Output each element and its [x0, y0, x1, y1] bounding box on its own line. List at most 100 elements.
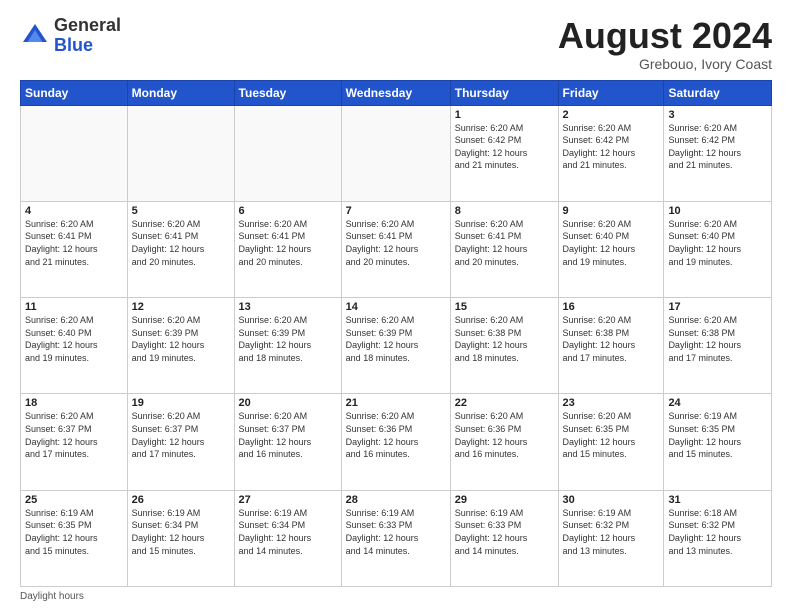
day-info: Sunrise: 6:20 AM Sunset: 6:41 PM Dayligh… [25, 218, 123, 268]
day-number: 27 [239, 494, 337, 506]
day-info: Sunrise: 6:20 AM Sunset: 6:38 PM Dayligh… [563, 314, 660, 364]
day-info: Sunrise: 6:20 AM Sunset: 6:36 PM Dayligh… [346, 410, 446, 460]
calendar-cell [341, 105, 450, 201]
day-info: Sunrise: 6:20 AM Sunset: 6:41 PM Dayligh… [132, 218, 230, 268]
day-info: Sunrise: 6:20 AM Sunset: 6:42 PM Dayligh… [455, 122, 554, 172]
day-number: 17 [668, 301, 767, 313]
day-info: Sunrise: 6:20 AM Sunset: 6:38 PM Dayligh… [455, 314, 554, 364]
day-number: 31 [668, 494, 767, 506]
day-info: Sunrise: 6:20 AM Sunset: 6:38 PM Dayligh… [668, 314, 767, 364]
calendar-header-wednesday: Wednesday [341, 80, 450, 105]
day-info: Sunrise: 6:19 AM Sunset: 6:32 PM Dayligh… [563, 507, 660, 557]
day-number: 18 [25, 397, 123, 409]
day-number: 22 [455, 397, 554, 409]
day-number: 14 [346, 301, 446, 313]
day-number: 26 [132, 494, 230, 506]
calendar-cell: 21Sunrise: 6:20 AM Sunset: 6:36 PM Dayli… [341, 394, 450, 490]
day-info: Sunrise: 6:20 AM Sunset: 6:40 PM Dayligh… [668, 218, 767, 268]
daylight-label: Daylight hours [20, 591, 84, 602]
calendar-cell: 6Sunrise: 6:20 AM Sunset: 6:41 PM Daylig… [234, 201, 341, 297]
calendar-cell: 17Sunrise: 6:20 AM Sunset: 6:38 PM Dayli… [664, 298, 772, 394]
day-info: Sunrise: 6:20 AM Sunset: 6:41 PM Dayligh… [455, 218, 554, 268]
calendar-cell: 26Sunrise: 6:19 AM Sunset: 6:34 PM Dayli… [127, 490, 234, 586]
calendar-cell: 30Sunrise: 6:19 AM Sunset: 6:32 PM Dayli… [558, 490, 664, 586]
day-number: 19 [132, 397, 230, 409]
calendar-cell: 5Sunrise: 6:20 AM Sunset: 6:41 PM Daylig… [127, 201, 234, 297]
day-number: 21 [346, 397, 446, 409]
calendar-cell: 14Sunrise: 6:20 AM Sunset: 6:39 PM Dayli… [341, 298, 450, 394]
calendar-cell: 15Sunrise: 6:20 AM Sunset: 6:38 PM Dayli… [450, 298, 558, 394]
day-info: Sunrise: 6:20 AM Sunset: 6:42 PM Dayligh… [668, 122, 767, 172]
calendar-header-thursday: Thursday [450, 80, 558, 105]
day-number: 1 [455, 109, 554, 121]
day-number: 7 [346, 205, 446, 217]
calendar-header-tuesday: Tuesday [234, 80, 341, 105]
calendar-cell: 13Sunrise: 6:20 AM Sunset: 6:39 PM Dayli… [234, 298, 341, 394]
day-info: Sunrise: 6:20 AM Sunset: 6:37 PM Dayligh… [25, 410, 123, 460]
day-number: 23 [563, 397, 660, 409]
logo-icon [20, 21, 50, 51]
day-info: Sunrise: 6:20 AM Sunset: 6:39 PM Dayligh… [132, 314, 230, 364]
calendar-cell: 22Sunrise: 6:20 AM Sunset: 6:36 PM Dayli… [450, 394, 558, 490]
logo-general: General [54, 15, 121, 35]
calendar-header-friday: Friday [558, 80, 664, 105]
calendar-header-saturday: Saturday [664, 80, 772, 105]
calendar-week-5: 25Sunrise: 6:19 AM Sunset: 6:35 PM Dayli… [21, 490, 772, 586]
footer: Daylight hours [20, 591, 772, 602]
title-block: August 2024 Grebouo, Ivory Coast [558, 16, 772, 72]
day-number: 24 [668, 397, 767, 409]
calendar-cell: 7Sunrise: 6:20 AM Sunset: 6:41 PM Daylig… [341, 201, 450, 297]
day-number: 25 [25, 494, 123, 506]
calendar-cell: 9Sunrise: 6:20 AM Sunset: 6:40 PM Daylig… [558, 201, 664, 297]
page: General Blue August 2024 Grebouo, Ivory … [0, 0, 792, 612]
day-number: 2 [563, 109, 660, 121]
day-number: 6 [239, 205, 337, 217]
calendar-cell [127, 105, 234, 201]
calendar-cell: 3Sunrise: 6:20 AM Sunset: 6:42 PM Daylig… [664, 105, 772, 201]
day-number: 16 [563, 301, 660, 313]
day-number: 13 [239, 301, 337, 313]
location: Grebouo, Ivory Coast [558, 56, 772, 72]
day-info: Sunrise: 6:20 AM Sunset: 6:39 PM Dayligh… [346, 314, 446, 364]
calendar-cell: 27Sunrise: 6:19 AM Sunset: 6:34 PM Dayli… [234, 490, 341, 586]
logo-text: General Blue [54, 16, 121, 56]
calendar-cell [234, 105, 341, 201]
day-info: Sunrise: 6:20 AM Sunset: 6:39 PM Dayligh… [239, 314, 337, 364]
day-info: Sunrise: 6:19 AM Sunset: 6:34 PM Dayligh… [132, 507, 230, 557]
logo: General Blue [20, 16, 121, 56]
calendar-cell: 23Sunrise: 6:20 AM Sunset: 6:35 PM Dayli… [558, 394, 664, 490]
calendar-header-monday: Monday [127, 80, 234, 105]
header: General Blue August 2024 Grebouo, Ivory … [20, 16, 772, 72]
calendar-cell: 16Sunrise: 6:20 AM Sunset: 6:38 PM Dayli… [558, 298, 664, 394]
calendar-cell: 19Sunrise: 6:20 AM Sunset: 6:37 PM Dayli… [127, 394, 234, 490]
day-number: 28 [346, 494, 446, 506]
day-number: 29 [455, 494, 554, 506]
month-title: August 2024 [558, 16, 772, 56]
calendar: SundayMondayTuesdayWednesdayThursdayFrid… [20, 80, 772, 587]
day-info: Sunrise: 6:20 AM Sunset: 6:40 PM Dayligh… [563, 218, 660, 268]
calendar-cell: 12Sunrise: 6:20 AM Sunset: 6:39 PM Dayli… [127, 298, 234, 394]
calendar-cell: 4Sunrise: 6:20 AM Sunset: 6:41 PM Daylig… [21, 201, 128, 297]
logo-blue: Blue [54, 35, 93, 55]
calendar-header-sunday: Sunday [21, 80, 128, 105]
day-info: Sunrise: 6:20 AM Sunset: 6:41 PM Dayligh… [346, 218, 446, 268]
calendar-cell: 29Sunrise: 6:19 AM Sunset: 6:33 PM Dayli… [450, 490, 558, 586]
calendar-cell [21, 105, 128, 201]
calendar-cell: 28Sunrise: 6:19 AM Sunset: 6:33 PM Dayli… [341, 490, 450, 586]
calendar-cell: 2Sunrise: 6:20 AM Sunset: 6:42 PM Daylig… [558, 105, 664, 201]
day-info: Sunrise: 6:19 AM Sunset: 6:35 PM Dayligh… [25, 507, 123, 557]
calendar-week-2: 4Sunrise: 6:20 AM Sunset: 6:41 PM Daylig… [21, 201, 772, 297]
day-info: Sunrise: 6:20 AM Sunset: 6:41 PM Dayligh… [239, 218, 337, 268]
calendar-cell: 24Sunrise: 6:19 AM Sunset: 6:35 PM Dayli… [664, 394, 772, 490]
day-number: 5 [132, 205, 230, 217]
calendar-cell: 1Sunrise: 6:20 AM Sunset: 6:42 PM Daylig… [450, 105, 558, 201]
calendar-week-3: 11Sunrise: 6:20 AM Sunset: 6:40 PM Dayli… [21, 298, 772, 394]
day-number: 4 [25, 205, 123, 217]
day-number: 30 [563, 494, 660, 506]
day-info: Sunrise: 6:20 AM Sunset: 6:40 PM Dayligh… [25, 314, 123, 364]
day-number: 20 [239, 397, 337, 409]
day-number: 10 [668, 205, 767, 217]
day-info: Sunrise: 6:19 AM Sunset: 6:33 PM Dayligh… [346, 507, 446, 557]
day-number: 15 [455, 301, 554, 313]
day-number: 11 [25, 301, 123, 313]
